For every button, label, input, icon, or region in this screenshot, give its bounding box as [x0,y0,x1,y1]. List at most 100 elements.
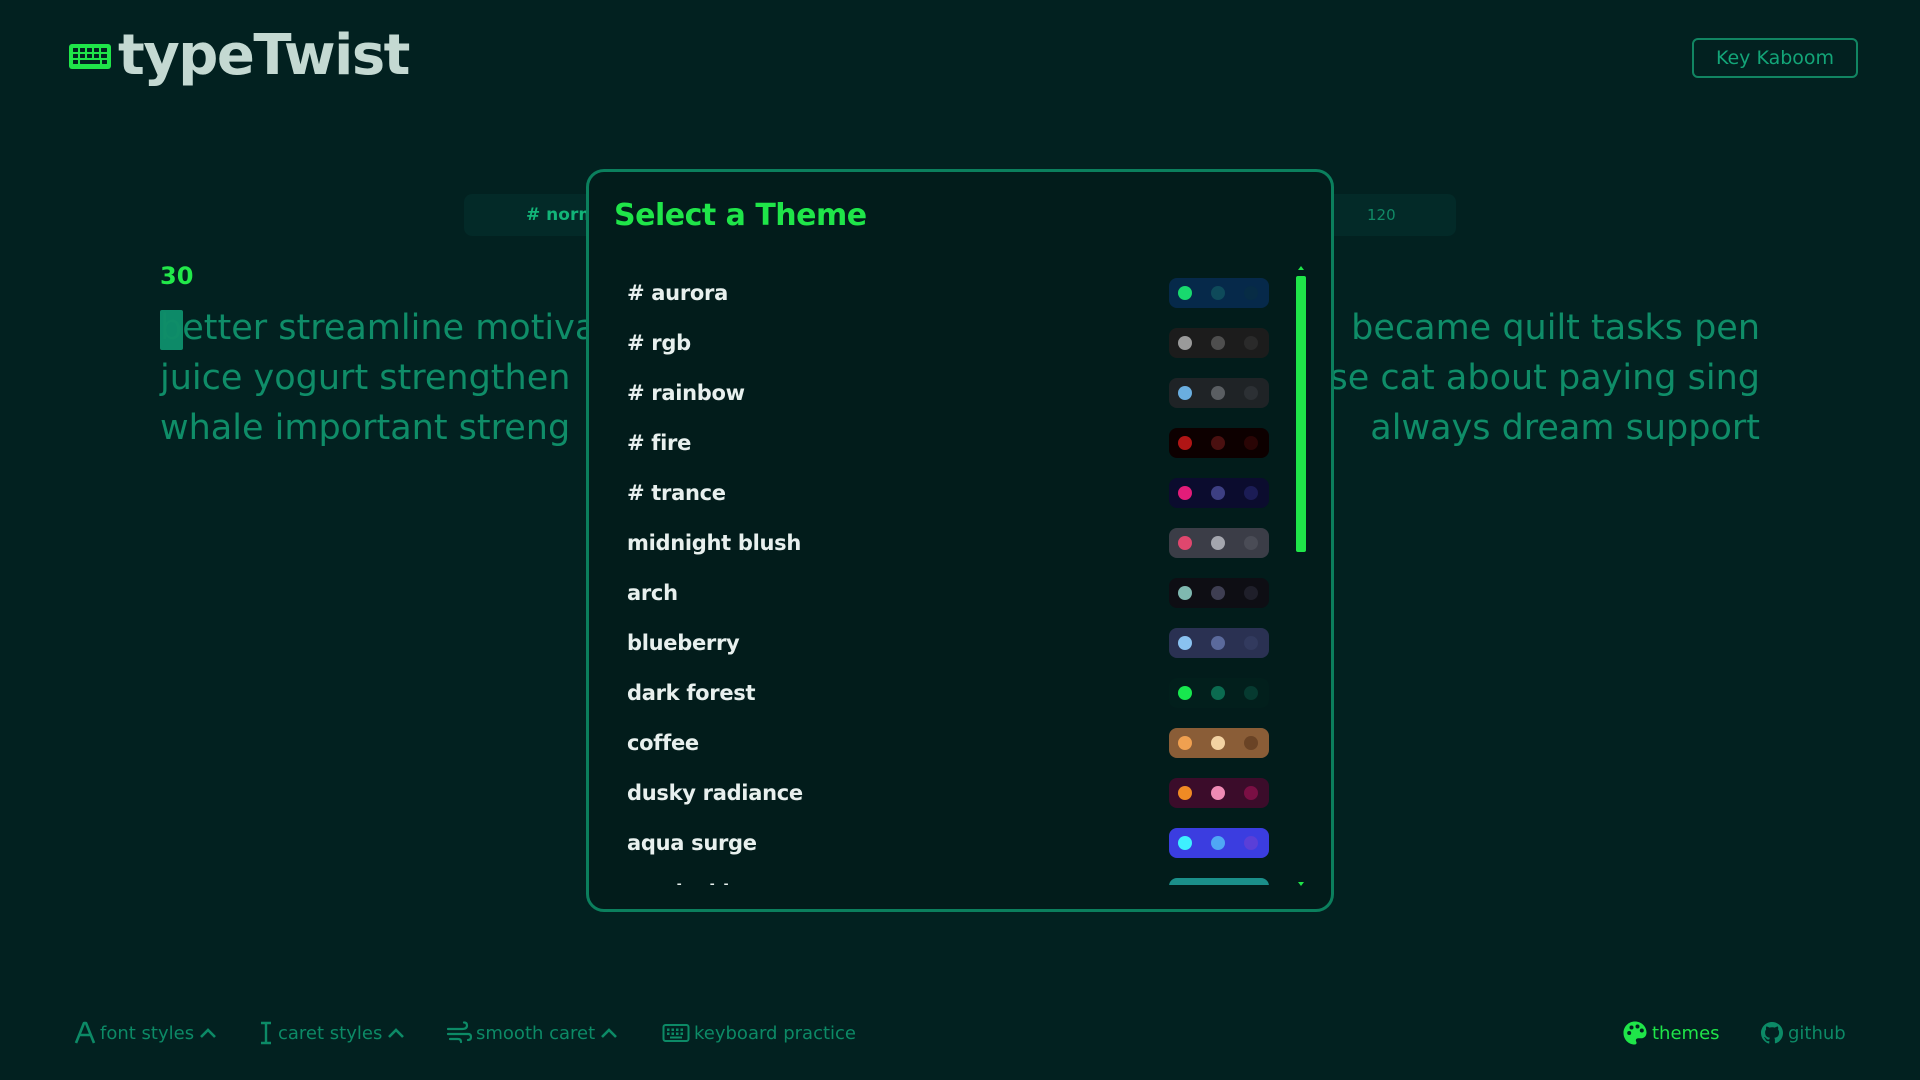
theme-color-dot [1211,386,1225,400]
theme-color-dot [1211,486,1225,500]
theme-color-dot [1178,836,1192,850]
theme-color-dot [1244,686,1258,700]
wind-icon [446,1021,472,1044]
text-cursor-icon [261,1021,271,1045]
font-styles-label: font styles [100,1022,195,1044]
theme-color-dot [1244,536,1258,550]
keyboard-practice-button[interactable]: keyboard practice [662,1016,856,1050]
theme-color-swatch [1169,328,1269,358]
theme-color-swatch [1169,678,1269,708]
theme-list-scrollbar[interactable] [1295,266,1307,886]
theme-name: # fire [627,431,692,455]
github-icon [1761,1022,1783,1044]
theme-option[interactable]: dark forest [611,668,1273,718]
theme-color-dot [1211,736,1225,750]
theme-option[interactable]: # rainbow [611,368,1273,418]
chevron-up-icon [388,1028,405,1038]
theme-color-dot [1178,786,1192,800]
theme-color-dot [1178,586,1192,600]
theme-color-dot [1244,486,1258,500]
theme-color-swatch [1169,878,1269,885]
caret-styles-button[interactable]: caret styles [258,1016,406,1050]
themes-label: themes [1652,1022,1720,1044]
text-line: juice yogurt strengthen [160,358,571,398]
theme-name: dark forest [627,681,756,705]
theme-color-dot [1244,736,1258,750]
theme-name: dusky radiance [627,781,803,805]
theme-color-dot [1211,686,1225,700]
theme-color-dot [1211,336,1225,350]
theme-color-swatch [1169,578,1269,608]
theme-color-dot [1211,436,1225,450]
theme-color-swatch [1169,828,1269,858]
theme-option[interactable]: coffee [611,718,1273,768]
app-logo[interactable]: typeTwist [68,23,410,88]
text-line: became quilt tasks pen [1351,308,1760,348]
font-icon [74,1021,96,1044]
theme-name: blueberry [627,631,740,655]
theme-name: tropical breeze [627,881,801,885]
theme-list[interactable]: # aurora # rgb # rainbow # fire # trance midn… [611,268,1273,885]
theme-option[interactable]: # aurora [611,268,1273,318]
timer-display: 30 [160,262,194,290]
theme-name: # rgb [627,331,691,355]
github-label: github [1788,1022,1846,1044]
theme-name: midnight blush [627,531,802,555]
keyboard-icon [662,1024,690,1042]
smooth-caret-label: smooth caret [476,1022,596,1044]
smooth-caret-button[interactable]: smooth caret [446,1016,619,1050]
themes-button[interactable]: themes [1622,1016,1720,1050]
keyboard-practice-label: keyboard practice [694,1022,856,1044]
font-styles-button[interactable]: font styles [74,1016,218,1050]
theme-option[interactable]: aqua surge [611,818,1273,868]
theme-color-swatch [1169,278,1269,308]
theme-color-swatch [1169,478,1269,508]
theme-name: aqua surge [627,831,757,855]
text-line: better streamline motiva [160,308,597,348]
palette-icon [1623,1021,1647,1045]
word-count-option[interactable]: 120 [1367,194,1396,236]
theme-option[interactable]: # rgb [611,318,1273,368]
theme-option[interactable]: midnight blush [611,518,1273,568]
theme-option[interactable]: dusky radiance [611,768,1273,818]
app-title: typeTwist [118,23,410,88]
theme-option[interactable]: blueberry [611,618,1273,668]
theme-name: # trance [627,481,726,505]
theme-name: coffee [627,731,699,755]
theme-color-dot [1211,586,1225,600]
scroll-thumb[interactable] [1296,276,1306,552]
theme-name: arch [627,581,678,605]
theme-color-dot [1178,636,1192,650]
theme-color-swatch [1169,628,1269,658]
scroll-up-arrow-icon[interactable] [1298,266,1304,270]
theme-color-dot [1211,836,1225,850]
theme-color-dot [1178,686,1192,700]
theme-color-dot [1178,386,1192,400]
theme-color-dot [1244,836,1258,850]
theme-color-dot [1244,336,1258,350]
theme-option[interactable]: # fire [611,418,1273,468]
key-kaboom-button[interactable]: Key Kaboom [1692,38,1858,78]
theme-color-dot [1178,436,1192,450]
theme-color-swatch [1169,778,1269,808]
theme-color-swatch [1169,728,1269,758]
theme-color-dot [1178,286,1192,300]
github-link[interactable]: github [1760,1016,1846,1050]
theme-color-swatch [1169,378,1269,408]
keyboard-icon [69,44,111,69]
scroll-down-arrow-icon[interactable] [1298,882,1304,886]
theme-color-dot [1178,536,1192,550]
theme-color-dot [1211,286,1225,300]
theme-option[interactable]: tropical breeze [611,868,1273,885]
theme-option[interactable]: # trance [611,468,1273,518]
theme-color-dot [1211,786,1225,800]
theme-color-dot [1178,336,1192,350]
theme-color-dot [1244,786,1258,800]
theme-color-dot [1244,436,1258,450]
chevron-up-icon [200,1028,216,1038]
theme-option[interactable]: arch [611,568,1273,618]
caret-styles-label: caret styles [278,1022,383,1044]
theme-color-dot [1211,536,1225,550]
chevron-up-icon [601,1028,618,1038]
theme-modal: Select a Theme # aurora # rgb # rainbow # f… [586,169,1334,912]
